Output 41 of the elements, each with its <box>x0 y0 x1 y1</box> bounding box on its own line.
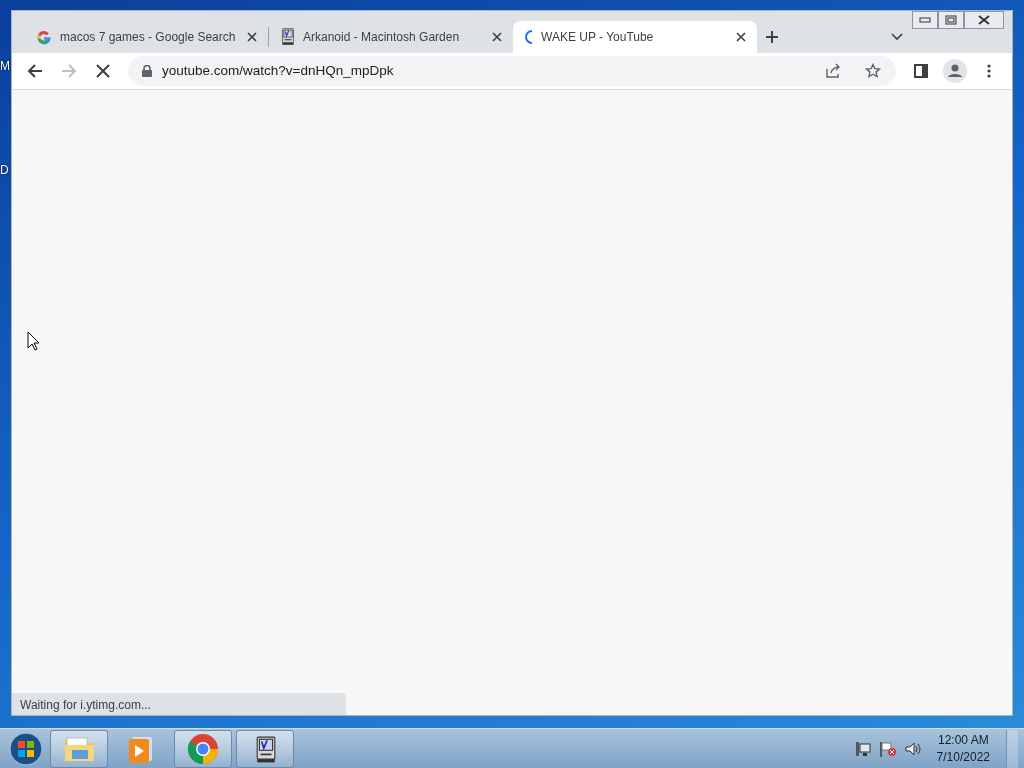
profile-button[interactable] <box>940 57 970 85</box>
loading-spinner-icon <box>525 30 533 44</box>
close-icon <box>977 15 991 25</box>
close-icon <box>96 64 110 78</box>
plus-icon <box>765 30 779 44</box>
address-bar[interactable]: youtube.com/watch?v=dnHQn_mpDpk <box>128 56 896 86</box>
minimize-icon <box>919 17 931 23</box>
computer-icon <box>281 28 295 46</box>
arrow-right-icon <box>61 63 77 79</box>
flag-icon <box>878 740 897 757</box>
url-text: youtube.com/watch?v=dnHQn_mpDpk <box>162 61 395 80</box>
clock-date: 7/10/2022 <box>936 748 990 765</box>
volume-icon <box>904 740 921 757</box>
desktop-icon-label[interactable]: D <box>0 161 9 179</box>
status-bubble: Waiting for i.ytimg.com... <box>12 693 346 715</box>
chrome-icon <box>186 731 220 766</box>
side-panel-icon <box>914 64 928 78</box>
browser-tab[interactable]: macos 7 games - Google Search <box>24 21 268 53</box>
close-button[interactable] <box>964 11 1004 29</box>
menu-icon <box>987 63 991 79</box>
share-icon <box>825 63 841 79</box>
star-icon <box>865 63 881 79</box>
lock-icon <box>142 65 152 77</box>
minimize-button[interactable] <box>912 11 938 29</box>
windows-logo-icon <box>9 731 43 766</box>
browser-tab[interactable]: Arkanoid - Macintosh Garden <box>269 21 513 53</box>
chevron-down-icon <box>891 33 903 41</box>
maximize-icon <box>945 15 957 25</box>
taskbar-app-button[interactable] <box>236 729 294 768</box>
network-icon <box>854 740 871 757</box>
mouse-pointer-icon <box>27 331 40 351</box>
close-icon <box>492 32 502 42</box>
browser-tab[interactable]: WAKE UP - YouTube <box>513 21 757 53</box>
google-icon <box>36 29 52 45</box>
close-icon <box>247 32 257 42</box>
desktop-icon-label[interactable]: M <box>0 57 10 75</box>
clock-time: 12:00 AM <box>936 732 990 749</box>
close-icon <box>736 32 746 42</box>
person-icon <box>943 59 967 83</box>
arrow-left-icon <box>27 63 43 79</box>
maximize-button[interactable] <box>938 11 964 29</box>
